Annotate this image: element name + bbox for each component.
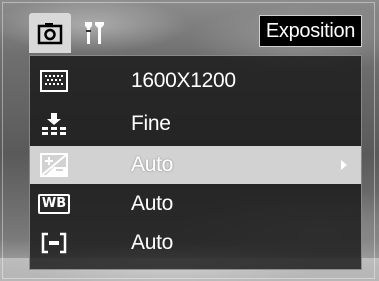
metering-icon: [39, 229, 69, 257]
exposure-value: Auto: [131, 153, 173, 176]
resolution-icon: [39, 67, 69, 95]
tab-setup[interactable]: [75, 13, 113, 53]
menu-item-resolution[interactable]: 1600X1200: [30, 62, 361, 100]
menu-item-exposure[interactable]: Auto: [30, 146, 361, 184]
menu-item-white-balance[interactable]: WB Auto: [30, 185, 361, 223]
menu-item-quality[interactable]: Fine: [30, 105, 361, 143]
settings-menu: 1600X1200 Fine Auto WB Auto Auto: [29, 55, 362, 270]
menu-title: Exposition: [259, 15, 362, 47]
quality-icon: [39, 110, 69, 138]
chevron-right-icon: [341, 160, 347, 170]
tab-camera[interactable]: [29, 13, 71, 53]
white-balance-icon: WB: [37, 190, 71, 218]
quality-value: Fine: [131, 112, 171, 135]
exposure-compensation-icon: [39, 151, 69, 179]
wrench-icon: [85, 22, 104, 44]
white-balance-value: Auto: [131, 192, 173, 215]
resolution-value: 1600X1200: [131, 69, 236, 92]
menu-item-metering[interactable]: Auto: [30, 224, 361, 262]
camera-icon: [37, 23, 63, 45]
metering-value: Auto: [131, 231, 173, 254]
white-balance-label: WB: [37, 194, 71, 214]
